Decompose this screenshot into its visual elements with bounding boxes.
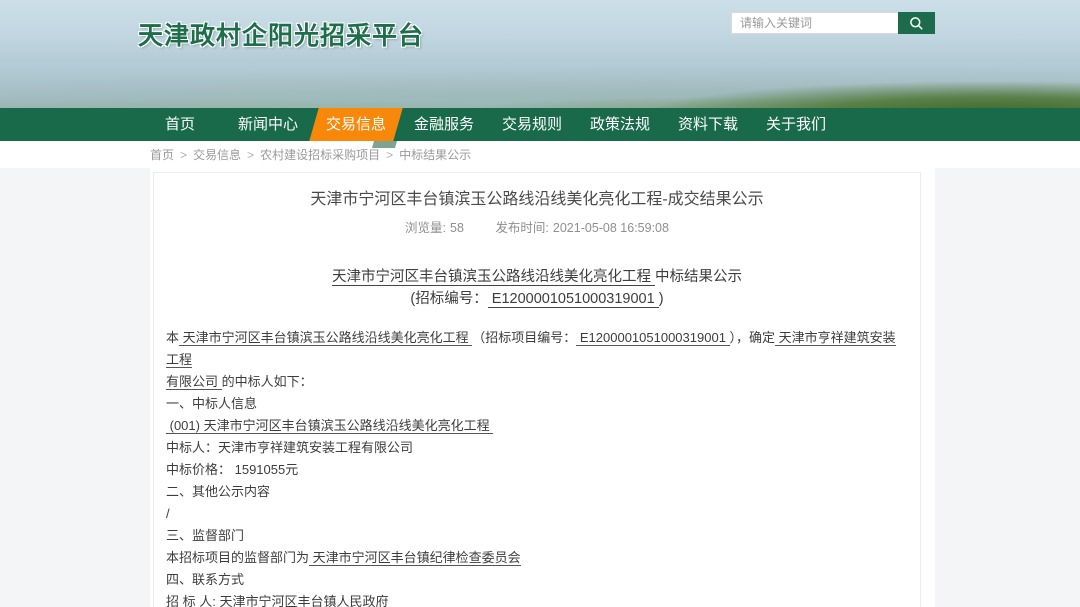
body-line: 本 天津市宁河区丰台镇滨玉公路线沿线美化亮化工程 （招标项目编号： E12000…	[166, 327, 908, 371]
body-line: 本招标项目的监督部门为 天津市宁河区丰台镇纪律检查委员会	[166, 547, 908, 569]
body-line: 招 标 人: 天津市宁河区丰台镇人民政府	[166, 591, 908, 607]
plain-text: )	[659, 291, 664, 307]
article-body: 本 天津市宁河区丰台镇滨玉公路线沿线美化亮化工程 （招标项目编号： E12000…	[166, 327, 908, 607]
plain-text: 一、中标人信息	[166, 396, 257, 411]
article-subtitle: 天津市宁河区丰台镇滨玉公路线沿线美化亮化工程 中标结果公示	[166, 266, 908, 288]
breadcrumb-item-交易信息[interactable]: 交易信息	[193, 146, 241, 163]
publish-label: 发布时间:	[495, 221, 548, 235]
article-container: 天津市宁河区丰台镇滨玉公路线沿线美化亮化工程-成交结果公示 浏览量: 58 发布时…	[153, 172, 921, 607]
nav-item-交易信息[interactable]: 交易信息	[312, 108, 400, 141]
body-line: 有限公司 的中标人如下：	[166, 371, 908, 393]
plain-text: 招 标 人: 天津市宁河区丰台镇人民政府	[166, 594, 388, 607]
views-count: 58	[450, 221, 464, 235]
breadcrumb-separator: >	[180, 148, 187, 162]
nav-item-资料下载[interactable]: 资料下载	[664, 108, 752, 141]
body-line: 中标价格： 1591055元	[166, 459, 908, 481]
article-title: 天津市宁河区丰台镇滨玉公路线沿线美化亮化工程-成交结果公示	[166, 189, 908, 211]
article-tender-number: (招标编号： E1200001051000319001 )	[166, 288, 908, 310]
body-line: 三、监督部门	[166, 525, 908, 547]
content-panel: 天津市宁河区丰台镇滨玉公路线沿线美化亮化工程-成交结果公示 浏览量: 58 发布时…	[150, 168, 935, 607]
body-line: 一、中标人信息	[166, 393, 908, 415]
plain-text: (招标编号：	[410, 291, 487, 307]
body-line: (001) 天津市宁河区丰台镇滨玉公路线沿线美化亮化工程	[166, 415, 908, 437]
breadcrumb: 首页 > 交易信息 > 农村建设招标采购项目 > 中标结果公示	[0, 141, 1080, 168]
page-background: 天津市宁河区丰台镇滨玉公路线沿线美化亮化工程-成交结果公示 浏览量: 58 发布时…	[0, 168, 1080, 607]
plain-text: 二、其他公示内容	[166, 484, 270, 499]
breadcrumb-separator: >	[247, 148, 254, 162]
body-line: /	[166, 503, 908, 525]
views-label: 浏览量:	[405, 221, 446, 235]
underlined-text: (001) 天津市宁河区丰台镇滨玉公路线沿线美化亮化工程	[166, 418, 493, 434]
plain-text: 中标人：天津市亨祥建筑安装工程有限公司	[166, 440, 413, 455]
plain-text: （招标项目编号：	[472, 330, 576, 345]
plain-text: 中标价格： 1591055元	[166, 462, 298, 477]
underlined-text: 天津市宁河区丰台镇纪律检查委员会	[309, 550, 521, 566]
nav-item-交易规则[interactable]: 交易规则	[488, 108, 576, 141]
plain-text: /	[166, 506, 170, 521]
plain-text: 四、联系方式	[166, 572, 244, 587]
views-group: 浏览量: 58	[405, 221, 464, 235]
nav-item-关于我们[interactable]: 关于我们	[752, 108, 840, 141]
search-button[interactable]	[898, 12, 935, 34]
plain-text: 本招标项目的监督部门为	[166, 550, 309, 565]
publish-time: 2021-05-08 16:59:08	[553, 221, 669, 235]
body-line: 四、联系方式	[166, 569, 908, 591]
nav-item-政策法规[interactable]: 政策法规	[576, 108, 664, 141]
plain-text: 的中标人如下：	[222, 374, 313, 389]
breadcrumb-item-首页[interactable]: 首页	[150, 146, 174, 163]
breadcrumb-item-农村建设招标采购项目[interactable]: 农村建设招标采购项目	[260, 146, 380, 163]
plain-text: 本	[166, 330, 179, 345]
underlined-text: 天津市宁河区丰台镇滨玉公路线沿线美化亮化工程	[179, 330, 472, 346]
search-input[interactable]	[731, 12, 898, 34]
nav-item-首页[interactable]: 首页	[136, 108, 224, 141]
underlined-text: 天津市宁河区丰台镇滨玉公路线沿线美化亮化工程	[332, 269, 655, 286]
publish-group: 发布时间: 2021-05-08 16:59:08	[495, 221, 669, 235]
underlined-text: E1200001051000319001	[488, 291, 659, 308]
body-line: 中标人：天津市亨祥建筑安装工程有限公司	[166, 437, 908, 459]
nav-item-金融服务[interactable]: 金融服务	[400, 108, 488, 141]
article-meta: 浏览量: 58 发布时间: 2021-05-08 16:59:08	[166, 217, 908, 236]
body-line: 二、其他公示内容	[166, 481, 908, 503]
breadcrumb-item-中标结果公示[interactable]: 中标结果公示	[399, 146, 471, 163]
plain-text: 三、监督部门	[166, 528, 244, 543]
plain-text: 中标结果公示	[655, 269, 742, 285]
site-title: 天津政村企阳光招采平台	[138, 16, 424, 52]
search-bar	[731, 12, 935, 34]
site-banner: 天津政村企阳光招采平台	[0, 0, 1080, 108]
nav-item-新闻中心[interactable]: 新闻中心	[224, 108, 312, 141]
underlined-text: 有限公司	[166, 374, 222, 390]
breadcrumb-separator: >	[386, 148, 393, 162]
underlined-text: E1200001051000319001	[576, 330, 729, 346]
plain-text: ），确定	[730, 330, 776, 345]
search-icon	[909, 16, 924, 31]
main-navbar: 首页新闻中心交易信息金融服务交易规则政策法规资料下载关于我们	[0, 108, 1080, 141]
